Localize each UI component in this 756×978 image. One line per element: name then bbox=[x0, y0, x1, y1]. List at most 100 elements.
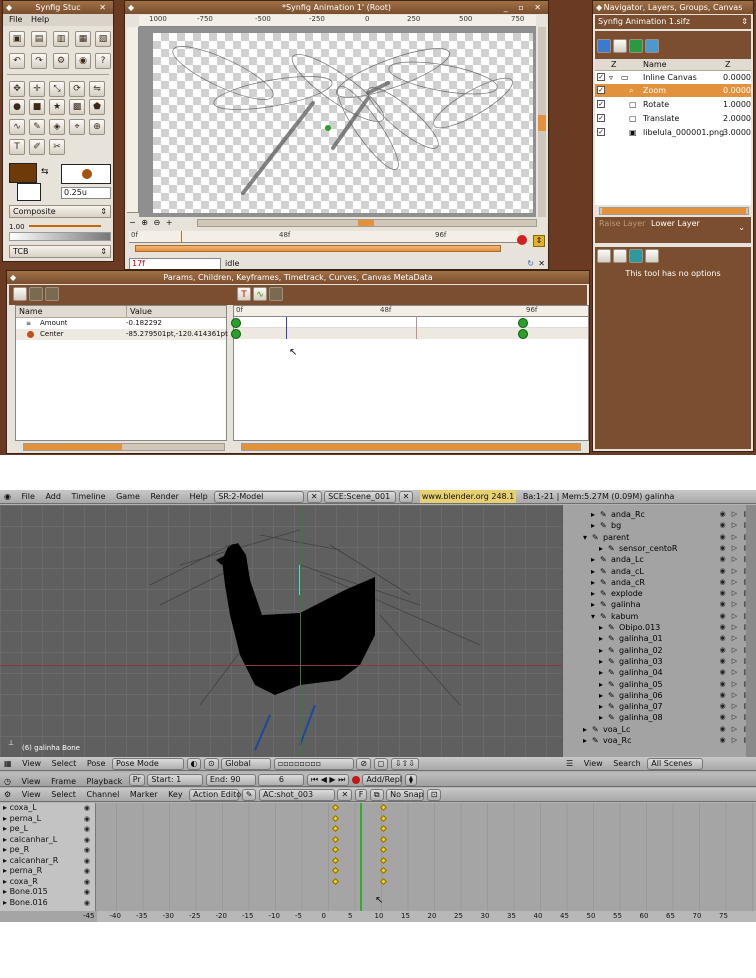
keyframe-marker[interactable] bbox=[379, 856, 388, 864]
tab-navigator[interactable] bbox=[597, 39, 611, 53]
waypoint-marker[interactable] bbox=[231, 329, 241, 339]
visibility-icon[interactable]: ◉ bbox=[84, 814, 92, 824]
raise-layer-button[interactable]: Raise Layer bbox=[599, 219, 645, 228]
expander-icon[interactable]: ▿ bbox=[609, 71, 613, 84]
layer-enabled-checkbox[interactable]: ✓ bbox=[597, 128, 605, 136]
keying-mode-select[interactable]: Add/Repl bbox=[362, 774, 403, 786]
outliner-row[interactable]: ▸ ✎ voa_Lc ◉ ▷ ▤ bbox=[563, 724, 756, 735]
outliner-row[interactable]: ▸ ✎ sensor_centoR ◉ ▷ ▤ bbox=[563, 543, 756, 554]
menu-view[interactable]: View bbox=[584, 757, 603, 770]
expander-icon[interactable]: ▸ bbox=[591, 566, 595, 577]
keyframe-marker[interactable] bbox=[331, 814, 340, 822]
expander-icon[interactable]: ▸ bbox=[599, 543, 603, 554]
menu-view[interactable]: View bbox=[22, 757, 41, 770]
gradient-tool-icon[interactable]: ▩ bbox=[69, 99, 85, 115]
keyframe-marker[interactable] bbox=[331, 845, 340, 854]
visibility-icon[interactable]: ◉ bbox=[84, 898, 92, 908]
spline-tool-icon[interactable]: ∿ bbox=[9, 119, 25, 135]
timeline-type-icon[interactable]: ◷ bbox=[4, 775, 11, 786]
smooth-move-tool-icon[interactable]: ✛ bbox=[29, 81, 45, 97]
zoom-plus-icon[interactable]: + bbox=[166, 218, 173, 227]
channel-row[interactable]: ▸ coxa_R ◉ bbox=[0, 877, 96, 887]
outliner-row[interactable]: ▸ ✎ galinha_06 ◉ ▷ ▤ bbox=[563, 690, 756, 701]
channel-row[interactable]: ▸ perna_R ◉ bbox=[0, 866, 96, 876]
layer-row[interactable]: ✓ ▢ Translate 2.0000 bbox=[595, 112, 751, 125]
expander-icon[interactable]: ▸ bbox=[599, 622, 603, 633]
info-icon[interactable] bbox=[629, 249, 643, 263]
tab-metadata[interactable] bbox=[269, 287, 283, 301]
menu-render[interactable]: Render bbox=[150, 490, 178, 503]
keyframe-marker[interactable] bbox=[331, 877, 340, 885]
preview-range-button[interactable]: Pr bbox=[128, 774, 145, 786]
blender-url[interactable]: www.blender.org 248.1 bbox=[419, 490, 517, 503]
canvas-file-select[interactable]: Synfig Animation 1.sifz ⇕ bbox=[595, 15, 751, 29]
time-slider[interactable] bbox=[135, 245, 501, 252]
fake-user-button[interactable]: F bbox=[354, 789, 368, 801]
outliner-row[interactable]: ▸ ✎ anda_cL ◉ ▷ ▤ bbox=[563, 566, 756, 577]
new-file-icon[interactable]: ▣ bbox=[9, 31, 25, 47]
rectangle-tool-icon[interactable]: ■ bbox=[29, 99, 45, 115]
pivot-icon[interactable]: ⊙ bbox=[204, 758, 219, 770]
params-column-name[interactable]: Name bbox=[19, 306, 43, 317]
keyframe-marker[interactable] bbox=[331, 824, 340, 833]
interpolation-select[interactable]: TCB ⇕ bbox=[9, 245, 111, 258]
action-select[interactable]: AC:shot_003 bbox=[258, 789, 335, 801]
save-as-icon[interactable]: ▦ bbox=[75, 31, 91, 47]
snap-select[interactable]: No Snap bbox=[386, 789, 425, 801]
view3d-type-icon[interactable]: ▦ bbox=[4, 757, 12, 770]
param-row[interactable]: Center -85.279501pt,-120.414361pt bbox=[16, 329, 228, 340]
opacity-slider[interactable] bbox=[9, 232, 111, 241]
polygon-tool-icon[interactable]: ⬟ bbox=[89, 99, 105, 115]
visibility-icon[interactable]: ◉ bbox=[84, 824, 92, 834]
setup-icon[interactable]: ⚙ bbox=[53, 53, 69, 69]
expander-icon[interactable]: ▸ bbox=[591, 520, 595, 531]
expander-icon[interactable]: ▾ bbox=[591, 611, 595, 622]
outliner-scrollbar[interactable] bbox=[746, 505, 756, 757]
tab-groups[interactable] bbox=[629, 39, 643, 53]
horizontal-scroll-thumb[interactable] bbox=[358, 220, 374, 226]
outliner-row[interactable]: ▸ ✎ galinha_07 ◉ ▷ ▤ bbox=[563, 701, 756, 712]
scene-delete-icon[interactable]: ✕ bbox=[398, 491, 414, 503]
visibility-icon[interactable]: ◉ bbox=[84, 856, 92, 866]
tab-timetrack[interactable]: T bbox=[237, 287, 251, 301]
layer-enabled-checkbox[interactable]: ✓ bbox=[597, 100, 605, 108]
vertical-scroll-thumb[interactable] bbox=[538, 115, 546, 131]
menu-game[interactable]: Game bbox=[116, 490, 140, 503]
action-delete-icon[interactable]: ✕ bbox=[337, 789, 353, 801]
copy-pose-icon[interactable]: ⇩⇧⇩ bbox=[390, 758, 419, 770]
visibility-icon[interactable]: ◉ bbox=[84, 803, 92, 813]
outliner-row[interactable]: ▸ ✎ voa_Rc ◉ ▷ ▤ bbox=[563, 735, 756, 746]
outliner-row[interactable]: ▾ ✎ kabum ◉ ▷ ▤ bbox=[563, 611, 756, 622]
keyframe-marker[interactable] bbox=[379, 803, 388, 812]
lock-icon[interactable]: ⊘ bbox=[356, 758, 372, 770]
menu-add[interactable]: Add bbox=[45, 490, 61, 503]
help-icon[interactable]: ? bbox=[95, 53, 111, 69]
tab-curves[interactable]: ∿ bbox=[253, 287, 267, 301]
outliner-type-icon[interactable]: ☰ bbox=[566, 757, 573, 770]
tab-layers[interactable] bbox=[613, 39, 627, 53]
screen-select[interactable]: SR:2-Model bbox=[214, 491, 305, 503]
save-icon[interactable]: ▥ bbox=[53, 31, 69, 47]
params-column-value[interactable]: Value bbox=[126, 306, 152, 317]
expander-icon[interactable]: ▸ bbox=[591, 599, 595, 610]
draw-type-icon[interactable]: ◐ bbox=[186, 758, 202, 770]
menu-channel[interactable]: Channel bbox=[86, 788, 119, 801]
timetrack[interactable]: 0f 48f 96f bbox=[231, 305, 589, 441]
swap-colors-icon[interactable]: ⇆ bbox=[41, 167, 49, 177]
params-hscrollbar[interactable] bbox=[23, 443, 225, 451]
channel-row[interactable]: ▸ calcanhar_R ◉ bbox=[0, 856, 96, 866]
menu-key[interactable]: Key bbox=[168, 788, 183, 801]
about-icon[interactable]: ◉ bbox=[75, 53, 91, 69]
outliner-row[interactable]: ▸ ✎ galinha ◉ ▷ ▤ bbox=[563, 599, 756, 610]
expander-icon[interactable]: ▸ bbox=[599, 690, 603, 701]
menu-help[interactable]: Help bbox=[31, 15, 49, 24]
circle-tool-icon[interactable]: ● bbox=[9, 99, 25, 115]
close-icon[interactable]: ✕ bbox=[99, 1, 110, 14]
fill-tool-icon[interactable]: ◈ bbox=[49, 119, 65, 135]
expander-icon[interactable]: ▸ bbox=[583, 724, 587, 735]
keyframe-marker[interactable] bbox=[379, 877, 388, 885]
start-frame-field[interactable]: Start: 1 bbox=[147, 774, 204, 786]
open-file-icon[interactable]: ▤ bbox=[31, 31, 47, 47]
param-value[interactable]: -85.279501pt,-120.414361pt bbox=[126, 329, 228, 340]
visibility-icon[interactable]: ◉ bbox=[84, 877, 92, 887]
